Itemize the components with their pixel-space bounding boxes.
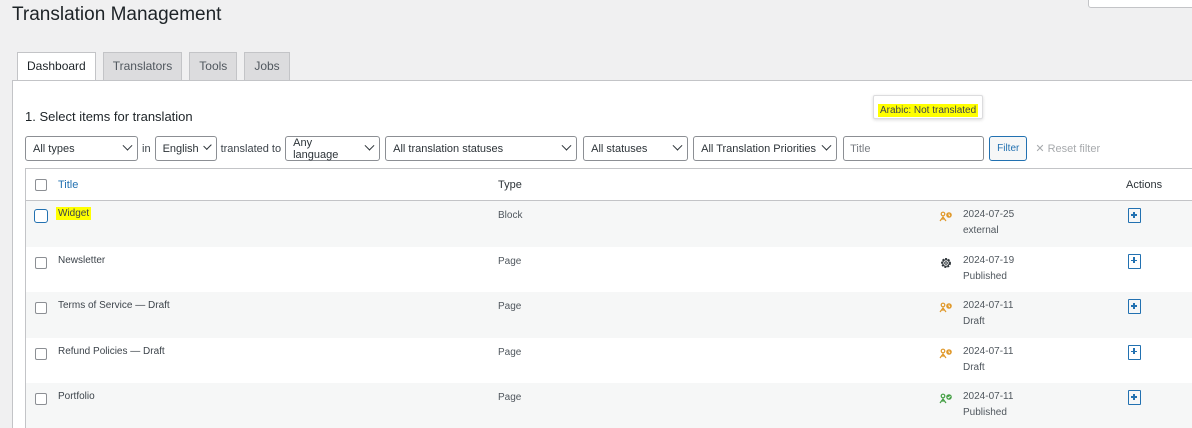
select-all-checkbox[interactable] bbox=[35, 179, 47, 191]
close-icon: ✕ bbox=[1035, 143, 1045, 155]
in-label: in bbox=[142, 142, 151, 155]
chevron-down-icon bbox=[202, 141, 212, 150]
add-to-basket-icon[interactable] bbox=[1128, 299, 1141, 314]
add-to-basket-icon[interactable] bbox=[1128, 344, 1141, 360]
row-status: Draft bbox=[963, 361, 985, 373]
page-title: Translation Management bbox=[12, 4, 222, 25]
title-search-input[interactable] bbox=[843, 136, 985, 161]
chevron-down-icon bbox=[122, 140, 133, 151]
table-header: Title Type Actions bbox=[26, 169, 1192, 201]
row-type: Page bbox=[498, 301, 522, 312]
translator-complete-icon[interactable] bbox=[939, 392, 953, 406]
items-table: Title Type Actions Widget Block 2024-07-… bbox=[25, 168, 1192, 428]
row-title[interactable]: Portfolio bbox=[58, 391, 95, 402]
reset-filter-label: Reset filter bbox=[1047, 143, 1101, 155]
row-status: external bbox=[963, 225, 999, 236]
row-checkbox[interactable] bbox=[35, 347, 47, 360]
row-date: 2024-07-19 bbox=[963, 254, 1015, 266]
tooltip-text: Arabic: Not translated bbox=[878, 104, 979, 117]
source-language-value: English bbox=[162, 142, 199, 155]
add-to-basket-icon[interactable] bbox=[1128, 390, 1141, 405]
row-date: 2024-07-11 bbox=[963, 300, 1014, 311]
row-type: Page bbox=[498, 392, 522, 403]
chevron-down-icon bbox=[672, 140, 683, 151]
add-to-basket-icon[interactable] bbox=[1128, 253, 1141, 269]
priority-value: All Translation Priorities bbox=[701, 142, 817, 155]
column-type: Type bbox=[498, 179, 522, 191]
chevron-down-icon bbox=[561, 140, 572, 151]
filter-button[interactable]: Filter bbox=[989, 136, 1028, 161]
target-language-select[interactable]: Any language bbox=[285, 136, 381, 161]
row-status: Published bbox=[963, 407, 1007, 418]
translation-status-select[interactable]: All translation statuses bbox=[385, 136, 578, 161]
translation-status-value: All translation statuses bbox=[393, 142, 504, 155]
row-title[interactable]: Widget bbox=[56, 207, 92, 220]
row-type: Page bbox=[498, 255, 522, 267]
column-title[interactable]: Title bbox=[58, 179, 78, 191]
row-date: 2024-07-11 bbox=[963, 345, 1014, 357]
table-row: Terms of Service — Draft Page 2024-07-11… bbox=[26, 292, 1192, 338]
section-title: 1. Select items for translation bbox=[25, 109, 193, 124]
column-actions: Actions bbox=[1126, 179, 1163, 191]
chevron-down-icon bbox=[364, 140, 375, 151]
row-status: Draft bbox=[963, 316, 985, 327]
translator-pending-icon[interactable] bbox=[939, 301, 953, 315]
table-row: Newsletter Page 2024-07-19 Published bbox=[26, 247, 1192, 293]
status-value: All statuses bbox=[591, 142, 648, 155]
tab-dashboard[interactable]: Dashboard bbox=[17, 52, 96, 82]
table-row: Portfolio Page 2024-07-11 Published bbox=[26, 383, 1192, 428]
row-checkbox[interactable] bbox=[35, 256, 47, 269]
dashboard-panel: 1. Select items for translation All type… bbox=[12, 80, 1192, 428]
priority-select[interactable]: All Translation Priorities bbox=[693, 136, 838, 161]
row-type: Block bbox=[498, 210, 523, 221]
target-language-value: Any language bbox=[293, 136, 339, 161]
chevron-down-icon bbox=[821, 140, 832, 151]
reset-filter-link[interactable]: ✕ Reset filter bbox=[1035, 142, 1100, 155]
type-select-value: All types bbox=[33, 142, 75, 155]
screen-options-tab[interactable] bbox=[1088, 0, 1192, 8]
row-date: 2024-07-11 bbox=[963, 391, 1014, 402]
translator-pending-icon[interactable] bbox=[939, 347, 953, 361]
translated-to-label: translated to bbox=[220, 142, 282, 155]
filter-bar: All types in English translated to Any l… bbox=[25, 136, 1100, 161]
row-checkbox[interactable] bbox=[35, 302, 47, 314]
row-checkbox[interactable] bbox=[34, 209, 48, 223]
tab-jobs[interactable]: Jobs bbox=[244, 52, 290, 81]
row-title[interactable]: Terms of Service — Draft bbox=[58, 300, 170, 311]
table-row: Widget Block 2024-07-25 external bbox=[26, 201, 1192, 247]
row-status: Published bbox=[963, 270, 1007, 282]
gear-icon[interactable] bbox=[939, 256, 953, 270]
tab-bar: Dashboard Translators Tools Jobs bbox=[17, 52, 290, 82]
source-language-select[interactable]: English bbox=[154, 136, 217, 161]
row-type: Page bbox=[498, 346, 522, 358]
type-select[interactable]: All types bbox=[25, 136, 138, 161]
translator-pending-icon[interactable] bbox=[939, 210, 953, 224]
tab-translators[interactable]: Translators bbox=[102, 52, 183, 81]
row-checkbox[interactable] bbox=[35, 393, 47, 405]
row-title[interactable]: Newsletter bbox=[58, 255, 105, 266]
table-row: Refund Policies — Draft Page 2024-07-11 … bbox=[26, 338, 1192, 384]
status-tooltip: Arabic: Not translated bbox=[873, 95, 984, 119]
row-date: 2024-07-25 bbox=[963, 209, 1015, 220]
row-title[interactable]: Refund Policies — Draft bbox=[58, 346, 165, 357]
tab-tools[interactable]: Tools bbox=[189, 52, 238, 81]
status-select[interactable]: All statuses bbox=[583, 136, 689, 161]
add-to-basket-icon[interactable] bbox=[1128, 208, 1141, 223]
